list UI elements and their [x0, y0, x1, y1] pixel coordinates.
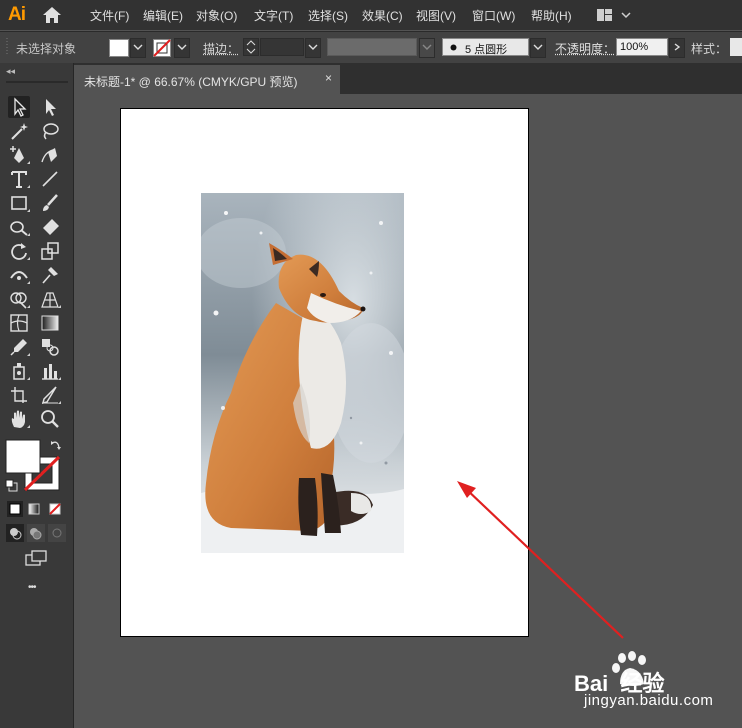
panel-divider [6, 81, 68, 83]
line-segment-tool-icon[interactable] [39, 168, 61, 190]
stroke-weight-input[interactable] [260, 38, 304, 56]
menu-edit[interactable]: 编辑(E) [143, 7, 183, 24]
chevron-down-icon [308, 44, 318, 50]
chevron-down-icon [133, 44, 143, 50]
default-fill-stroke-icon[interactable] [5, 479, 19, 493]
home-icon[interactable] [42, 6, 62, 24]
puppet-warp-tool-icon[interactable] [39, 264, 61, 286]
brush-label: 5 点圆形 [465, 44, 508, 56]
scale-tool-icon[interactable] [39, 240, 61, 262]
tool-flyout-indicator [58, 377, 61, 380]
tool-flyout-indicator [27, 233, 30, 236]
tool-flyout-indicator [27, 209, 30, 212]
selection-tool-icon[interactable] [8, 96, 30, 118]
panel-collapse-icon[interactable]: ◂◂ [6, 66, 15, 77]
tool-flyout-indicator [27, 185, 30, 188]
variable-width-profile[interactable] [327, 38, 417, 56]
artboard-tool-icon[interactable] [8, 384, 30, 406]
chevron-down-icon [533, 44, 543, 50]
magic-wand-tool-icon[interactable] [8, 120, 30, 142]
direct-selection-tool-icon[interactable] [39, 96, 61, 118]
menu-object[interactable]: 对象(O) [196, 7, 237, 24]
tool-flyout-indicator [27, 161, 30, 164]
mesh-tool-icon[interactable] [8, 312, 30, 334]
brush-definition[interactable]: 5 点圆形 [442, 38, 529, 56]
watermark-url: jingyan.baidu.com [584, 692, 714, 709]
eraser-tool-icon[interactable] [39, 216, 61, 238]
grip-icon [6, 38, 8, 56]
fill-swatch[interactable] [109, 39, 129, 57]
swap-fill-stroke-icon[interactable] [50, 439, 62, 451]
stroke-label[interactable]: 描边： [203, 40, 239, 57]
paintbrush-tool-icon[interactable] [39, 192, 61, 214]
menu-type[interactable]: 文字(T) [254, 7, 293, 24]
opacity-flyout-button[interactable] [669, 38, 685, 58]
stroke-swatch[interactable] [153, 39, 171, 57]
blend-tool-icon[interactable] [39, 336, 61, 358]
menu-help[interactable]: 帮助(H) [531, 7, 572, 24]
lasso-tool-icon[interactable] [39, 120, 61, 142]
brush-dot-icon [450, 44, 457, 51]
screen-mode-icon[interactable] [25, 550, 47, 566]
app-logo: Ai [8, 4, 26, 25]
tool-flyout-indicator [27, 353, 30, 356]
graphic-style-swatch[interactable] [730, 38, 742, 56]
menu-window[interactable]: 窗口(W) [472, 7, 515, 24]
document-tab-title: 未标题-1* @ 66.67% (CMYK/GPU 预览) [84, 75, 298, 89]
chevron-down-icon [177, 44, 187, 50]
chevron-right-icon [674, 43, 681, 51]
tool-flyout-indicator [27, 257, 30, 260]
selection-status: 未选择对象 [16, 42, 77, 56]
stroke-dropdown[interactable] [174, 38, 190, 58]
close-tab-icon[interactable]: × [325, 71, 332, 85]
tool-flyout-indicator [58, 305, 61, 308]
brush-dropdown[interactable] [530, 38, 546, 58]
workspace-switcher-icon[interactable] [597, 8, 633, 22]
menu-effect[interactable]: 效果(C) [362, 7, 403, 24]
curvature-tool-icon[interactable] [39, 144, 61, 166]
zoom-tool-icon[interactable] [39, 408, 61, 430]
opacity-input[interactable]: 100% [616, 38, 668, 56]
gradient-tool-icon[interactable] [39, 312, 61, 334]
menu-select[interactable]: 选择(S) [308, 7, 348, 24]
tool-flyout-indicator [27, 425, 30, 428]
stroke-weight-dropdown[interactable] [305, 38, 321, 58]
menu-view[interactable]: 视图(V) [416, 7, 456, 24]
drawing-modes[interactable] [6, 524, 66, 542]
stepper-arrows-icon [246, 40, 256, 54]
tool-flyout-indicator [27, 377, 30, 380]
stroke-weight-stepper[interactable] [243, 38, 259, 56]
graphic-style-label: 样式： [691, 42, 728, 56]
annotation-arrow [457, 481, 624, 639]
tool-flyout-indicator [27, 305, 30, 308]
opacity-value: 100% [620, 41, 649, 53]
menu-file[interactable]: 文件(F) [90, 7, 129, 24]
placed-image[interactable] [201, 193, 404, 553]
tool-flyout-indicator [58, 401, 61, 404]
color-mode-buttons[interactable] [7, 501, 65, 517]
tool-flyout-indicator [27, 281, 30, 284]
fill-dropdown[interactable] [130, 38, 146, 58]
edit-toolbar-button[interactable]: ••• [28, 582, 36, 593]
opacity-label[interactable]: 不透明度： [555, 40, 615, 57]
profile-dropdown[interactable] [419, 38, 435, 58]
chevron-down-icon [422, 44, 432, 50]
